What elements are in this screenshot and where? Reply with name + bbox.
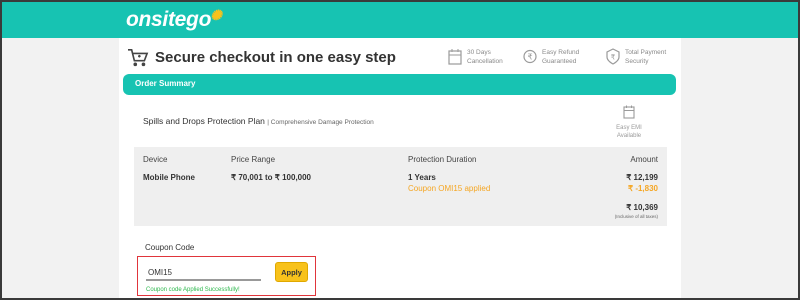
apply-coupon-button[interactable]: Apply: [275, 262, 308, 282]
top-navbar: onsitego✺: [2, 2, 798, 38]
emi-badge: Easy EMI Available: [609, 105, 649, 140]
coupon-code-input[interactable]: [146, 265, 261, 281]
feature-line1: 30 Days: [467, 49, 491, 56]
order-summary-label: Order Summary: [135, 79, 196, 88]
plan-name: Spills and Drops Protection Plan | Compr…: [143, 116, 374, 126]
header-price-range: Price Range: [231, 155, 276, 164]
feature-line2: Security: [625, 58, 649, 65]
header-device: Device: [143, 155, 168, 164]
onsitego-logo[interactable]: onsitego✺: [126, 7, 222, 32]
coupon-success-message: Coupon code Applied Successfully!: [146, 287, 240, 293]
checkout-panel: Secure checkout in one easy step 30 Days…: [119, 38, 681, 298]
order-table: Device Price Range Protection Duration A…: [134, 147, 667, 226]
header-duration: Protection Duration: [408, 155, 477, 164]
cell-duration: 1 Years: [408, 173, 436, 182]
plan-subtitle: | Comprehensive Damage Protection: [267, 119, 374, 126]
page-title: Secure checkout in one easy step: [155, 49, 396, 66]
cell-amount: ₹ 12,199: [626, 173, 658, 182]
calendar-icon: [448, 49, 462, 65]
plan-title: Spills and Drops Protection Plan: [143, 116, 265, 126]
feature-cancellation: 30 Days Cancellation: [448, 48, 503, 66]
cart-icon: [128, 49, 149, 67]
feature-refund: ₹ Easy Refund Guaranteed: [523, 48, 579, 66]
feature-security: ₹ Total Payment Security: [606, 48, 666, 66]
svg-text:₹: ₹: [611, 54, 616, 62]
cell-total: ₹ 10,369: [626, 203, 658, 212]
emi-line1: Easy EMI: [616, 125, 642, 131]
rupee-refund-icon: ₹: [523, 49, 537, 64]
coupon-highlight-box: Apply Coupon code Applied Successfully!: [137, 256, 316, 296]
coupon-applied-text: Coupon OMI15 applied: [408, 184, 491, 193]
cell-discount: ₹ -1,830: [628, 184, 658, 193]
feature-line1: Total Payment: [625, 49, 667, 56]
emi-calendar-icon: [623, 105, 635, 119]
emi-line2: Available: [616, 133, 642, 139]
feature-line1: Easy Refund: [542, 49, 580, 56]
feature-line2: Guaranteed: [542, 58, 577, 65]
cell-device: Mobile Phone: [143, 173, 195, 182]
tax-note: (Inclusive of all taxes): [614, 214, 658, 219]
svg-text:₹: ₹: [527, 53, 532, 62]
logo-text: onsitego: [126, 8, 212, 31]
feature-line2: Cancellation: [467, 58, 503, 65]
coupon-code-label: Coupon Code: [145, 243, 195, 252]
header-amount: Amount: [630, 155, 658, 164]
rupee-secure-icon: ₹: [606, 48, 620, 65]
page-frame: onsitego✺ Secure checkout in one easy st…: [0, 0, 800, 300]
order-summary-bar: Order Summary: [123, 74, 676, 95]
logo-accent-icon: ✺: [210, 7, 222, 23]
cell-price-range: ₹ 70,001 to ₹ 100,000: [231, 173, 312, 182]
